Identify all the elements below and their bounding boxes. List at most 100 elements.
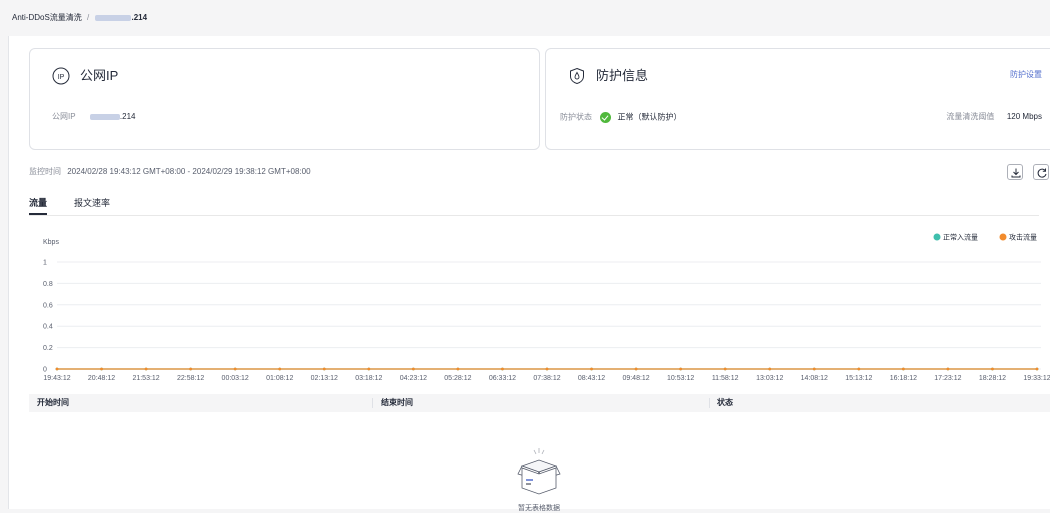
x-tick-label: 00:03:12: [222, 375, 249, 381]
public-ip-card: IP 公网IP 公网IP .214: [29, 48, 540, 150]
data-point: [1035, 367, 1039, 371]
traffic-chart: Kbps 1 0.8 0.6 0.4 0.2 019:43:12 20:48:12 21:53:…: [43, 233, 1050, 382]
data-point: [233, 367, 237, 371]
x-tick-label: 22:58:12: [177, 375, 204, 381]
data-point: [590, 367, 593, 371]
y-tick-label: 0.8: [43, 281, 53, 288]
x-tick-label: 11:58:12: [712, 375, 739, 381]
svg-text:IP: IP: [58, 74, 65, 81]
x-tick-label: 05:28:12: [444, 375, 471, 381]
x-tick-label: 18:28:12: [979, 375, 1006, 381]
threshold-label: 流量清洗阈值: [946, 112, 995, 121]
x-tick-label: 09:48:12: [622, 375, 649, 381]
x-tick-label: 07:38:12: [533, 375, 560, 381]
empty-box-icon: [517, 448, 561, 495]
y-tick-label: 0.4: [43, 324, 53, 331]
public-ip-suffix: .214: [119, 112, 136, 121]
data-point: [367, 367, 371, 371]
refresh-icon: [1037, 168, 1047, 178]
data-point: [144, 367, 148, 371]
protection-settings-link[interactable]: 防护设置: [1010, 69, 1042, 80]
data-point: [411, 367, 415, 371]
breadcrumb-ip-suffix: .214: [131, 13, 148, 22]
data-point: [100, 367, 103, 371]
shield-icon: [570, 67, 584, 85]
data-point: [901, 367, 905, 371]
legend-label: 攻击流量: [1009, 233, 1037, 242]
data-point: [55, 367, 59, 371]
threshold-value: 120 Mbps: [1006, 112, 1042, 121]
table-header: 开始时间 结束时间 状态: [29, 394, 1050, 412]
y-tick-label: 0.6: [43, 302, 53, 309]
data-point: [545, 367, 549, 371]
data-point: [501, 367, 504, 371]
x-tick-label: 20:48:12: [88, 375, 115, 381]
data-point: [634, 367, 638, 371]
masked-ip-prefix: [89, 113, 120, 120]
check-circle-icon: [600, 112, 612, 123]
legend-marker: [933, 233, 941, 241]
x-tick-label: 03:18:12: [355, 375, 382, 381]
x-tick-label: 08:43:12: [578, 375, 605, 381]
protection-info-title: 防护信息: [596, 68, 649, 83]
x-tick-label: 16:18:12: [890, 375, 917, 381]
data-point: [278, 367, 282, 371]
monitor-time: 监控时间 2024/02/28 19:43:12 GMT+08:00 - 202…: [29, 166, 311, 177]
ip-icon: IP: [52, 67, 70, 85]
threshold-row: 流量清洗阈值 120 Mbps: [946, 112, 1042, 122]
x-tick-label: 19:43:12: [43, 375, 70, 381]
public-ip-label: 公网IP: [52, 112, 76, 121]
column-end-time: 结束时间: [381, 398, 413, 407]
download-icon: [1011, 168, 1021, 178]
y-tick-label: 1: [43, 260, 47, 267]
y-tick-label: 0.2: [43, 345, 53, 352]
breadcrumb-separator: /: [87, 13, 90, 22]
download-button[interactable]: [1007, 164, 1023, 180]
chart-tabs: 流量 报文速率: [29, 196, 1039, 216]
x-tick-label: 21:53:12: [132, 375, 159, 381]
monitor-time-label: 监控时间: [29, 167, 61, 176]
x-tick-label: 19:33:12: [1023, 375, 1050, 381]
public-ip-title: 公网IP: [80, 68, 119, 83]
legend-label: 正常入流量: [943, 233, 978, 242]
masked-ip-prefix: [94, 14, 131, 21]
data-point: [189, 367, 193, 371]
data-point: [679, 367, 683, 371]
x-tick-label: 15:13:12: [845, 375, 872, 381]
data-point: [768, 367, 772, 371]
breadcrumb: Anti-DDoS流量清洗 / .214: [8, 0, 1050, 36]
data-point: [857, 367, 861, 371]
x-tick-label: 01:08:12: [266, 375, 293, 381]
data-point: [812, 367, 816, 371]
x-tick-label: 02:13:12: [311, 375, 338, 381]
column-status: 状态: [717, 398, 733, 407]
x-tick-label: 17:23:12: [934, 375, 961, 381]
x-tick-label: 14:08:12: [801, 375, 828, 381]
empty-state: 暂无表格数据: [499, 446, 579, 513]
public-ip-row: 公网IP .214: [52, 112, 135, 122]
protection-info-card: 防护信息 防护设置 防护状态 正常（默认防护） 流量清洗阈值 120 Mbps: [545, 48, 1050, 150]
data-point: [322, 367, 326, 371]
tab-traffic[interactable]: 流量: [29, 196, 48, 215]
breadcrumb-root[interactable]: Anti-DDoS流量清洗: [12, 13, 82, 22]
y-axis-label: Kbps: [43, 239, 59, 246]
protection-status-label: 防护状态: [560, 112, 592, 122]
monitor-time-range: 2024/02/28 19:43:12 GMT+08:00 - 2024/02/…: [67, 167, 311, 176]
refresh-button[interactable]: [1033, 164, 1049, 180]
x-tick-label: 06:33:12: [489, 375, 516, 381]
data-point: [723, 367, 727, 371]
protection-status-row: 防护状态 正常（默认防护）: [560, 112, 681, 123]
column-divider: [709, 398, 710, 408]
x-tick-label: 13:03:12: [756, 375, 783, 381]
main-content: IP 公网IP 公网IP .214 防护信息 防护设置 防护状态 正常（默认防护…: [8, 36, 1050, 512]
x-tick-label: 10:53:12: [667, 375, 694, 381]
empty-state-text: 暂无表格数据: [518, 505, 560, 512]
column-divider: [372, 398, 373, 408]
data-point: [991, 367, 994, 371]
data-point: [456, 367, 460, 371]
data-point: [946, 367, 950, 371]
protection-status-value: 正常（默认防护）: [617, 112, 682, 122]
x-tick-label: 04:23:12: [400, 375, 427, 381]
legend-marker: [999, 233, 1007, 241]
tab-packet-rate[interactable]: 报文速率: [74, 196, 110, 210]
